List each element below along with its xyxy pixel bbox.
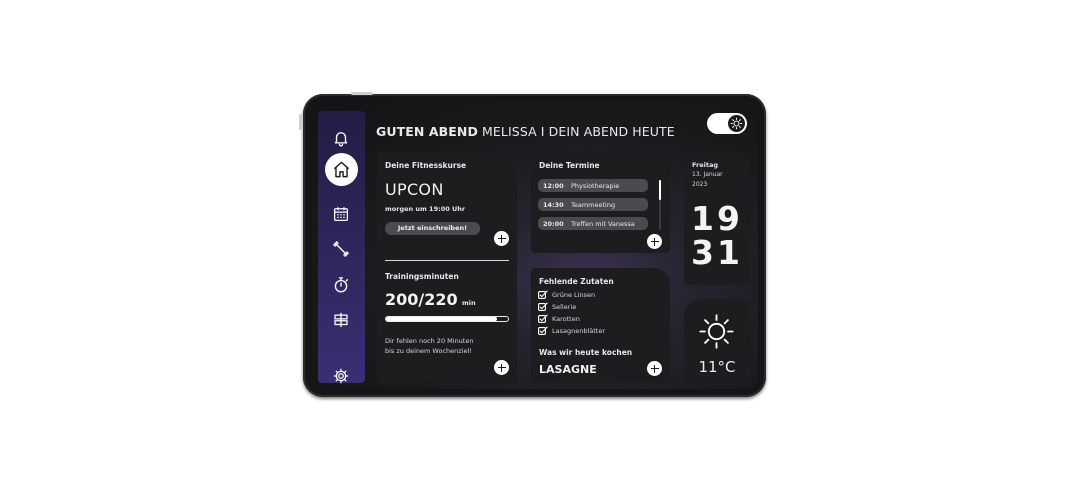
greeting-rest: MELISSA I DEIN ABEND HEUTE [482,124,675,139]
appointments-card: Deine Termine 12:00 Physiotherapie 14:30… [531,152,670,253]
training-progress-bar [385,316,509,322]
add-ingredient-button[interactable] [647,361,662,376]
calendar-icon[interactable] [329,202,353,226]
home-icon [333,161,350,178]
sidebar [318,111,365,384]
appointments-title: Deine Termine [539,161,600,170]
add-appointment-button[interactable] [647,234,662,249]
check-icon [538,290,548,299]
check-icon [538,302,548,311]
ingredient-item: Sellerie [552,303,577,311]
weekday: Freitag [692,161,719,169]
gear-icon[interactable] [329,364,353,388]
screen: GUTEN ABEND MELISSA I DEIN ABEND HEUTE D… [311,102,758,389]
ingredients-card: Fehlende Zutaten Grüne Linsen Sellerie K… [531,268,670,383]
dumbbell-icon[interactable] [329,237,353,261]
temperature: 11°C [698,358,736,376]
add-training-button[interactable] [494,360,509,375]
course-name: UPCON [385,180,444,199]
theme-toggle[interactable] [707,113,747,134]
add-fitness-button[interactable] [494,231,509,246]
cook-title: Was wir heute kochen [539,348,633,357]
ingredient-item: Lasagnenblätter [552,327,606,335]
training-value: 200/220 [385,290,458,309]
day-month: 13. Januar [692,171,723,178]
enroll-button[interactable]: Jetzt einschreiben! [385,222,480,235]
clock-minutes: 31 [691,233,743,272]
fitness-card-title: Deine Fitnesskurse [385,161,467,170]
dish-name: LASAGNE [539,363,597,376]
ingredient-item: Grüne Linsen [552,291,596,299]
scrollbar-thumb[interactable] [659,180,661,200]
training-unit: min [462,299,476,307]
greeting-bold: GUTEN ABEND [376,124,478,139]
bell-icon[interactable] [329,126,353,150]
check-icon [538,314,548,323]
ingredient-item: Karotten [552,315,580,323]
training-hint-2: bis zu deinem Wochenziel! [385,347,472,355]
year: 2023 [692,181,708,188]
divider [385,260,509,261]
course-time: morgen um 19:00 Uhr [385,205,466,213]
date-card: Freitag 13. Januar 2023 19 31 [684,152,750,285]
appointment-item[interactable]: 20:00 Treffen mit Vanessa [538,217,648,230]
appointment-time: 14:30 [543,200,564,209]
nav-home-button[interactable] [325,153,358,186]
clock-hours: 19 [691,199,743,238]
check-icon [538,326,548,335]
weather-card: 11°C [684,299,750,383]
page-title: GUTEN ABEND MELISSA I DEIN ABEND HEUTE [376,124,675,139]
appointment-name: Physiotherapie [571,181,620,190]
toggle-knob [728,115,745,132]
scrollbar-track[interactable] [659,180,661,230]
appointment-item[interactable]: 14:30 Teammeeting [538,198,648,211]
tablet-device: GUTEN ABEND MELISSA I DEIN ABEND HEUTE D… [299,92,766,397]
sun-icon [699,314,734,349]
appointment-time: 12:00 [543,181,564,190]
appointment-name: Teammeeting [571,200,616,209]
hardware-button [299,114,302,130]
training-progress-fill [386,317,498,321]
sun-icon [730,117,743,130]
appointment-name: Treffen mit Vanessa [571,219,635,228]
stopwatch-icon[interactable] [329,273,353,297]
training-title: Trainingsminuten [385,272,459,281]
fitness-card: Deine Fitnesskurse UPCON morgen um 19:00… [377,152,517,383]
training-hint-1: Dir fehlen noch 20 Minuten [385,337,474,345]
appointment-time: 20:00 [543,219,564,228]
ingredients-title: Fehlende Zutaten [539,277,614,286]
hardware-button [351,92,373,95]
signpost-icon[interactable] [329,308,353,332]
appointment-item[interactable]: 12:00 Physiotherapie [538,179,648,192]
